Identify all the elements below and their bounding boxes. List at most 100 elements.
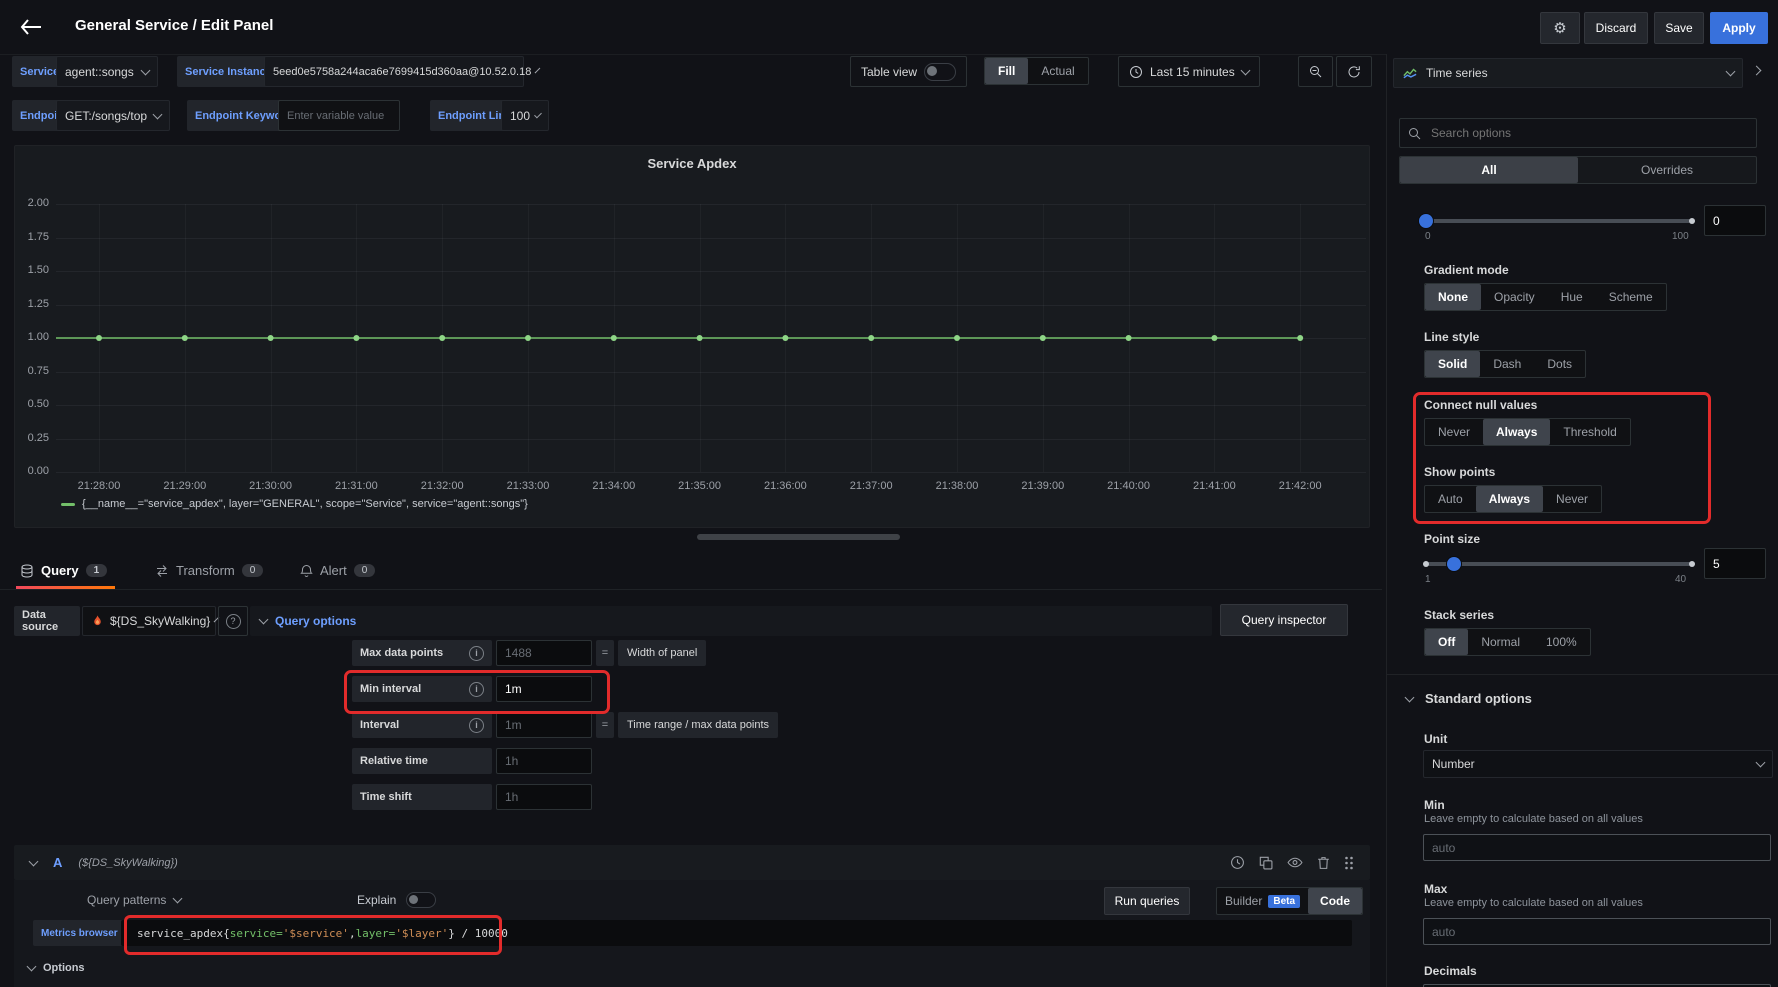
- show-points-option-always[interactable]: Always: [1476, 486, 1543, 512]
- fill-actual-switch: Fill Actual: [984, 57, 1089, 85]
- x-tick-label: 21:28:00: [59, 480, 139, 492]
- min-help-text: Leave empty to calculate based on all va…: [1424, 813, 1643, 825]
- min-interval-input[interactable]: [496, 676, 592, 702]
- connect-null-values-option-threshold[interactable]: Threshold: [1550, 419, 1629, 445]
- explain-label: Explain: [357, 893, 396, 907]
- run-queries-button[interactable]: Run queries: [1104, 887, 1190, 915]
- tab-all[interactable]: All: [1400, 157, 1578, 183]
- min-input[interactable]: [1423, 834, 1771, 861]
- time-range-picker[interactable]: Last 15 minutes: [1118, 56, 1260, 87]
- max-input[interactable]: [1423, 918, 1771, 945]
- standard-options-header[interactable]: Standard options: [1406, 691, 1532, 706]
- fill-opacity-slider[interactable]: [1423, 213, 1695, 229]
- interval-input[interactable]: [496, 712, 592, 738]
- service-instance-dropdown[interactable]: 5eed0e5758a244aca6e7699415d360aa@10.52.0…: [264, 56, 524, 87]
- legend: {__name__="service_apdex", layer="GENERA…: [61, 498, 528, 510]
- show-points-option-never[interactable]: Never: [1543, 486, 1601, 512]
- save-button[interactable]: Save: [1654, 12, 1704, 44]
- plot-area[interactable]: [56, 190, 1366, 472]
- point-size-label: Point size: [1424, 532, 1480, 546]
- gradient-mode-option-hue[interactable]: Hue: [1548, 284, 1596, 310]
- panel-settings-button[interactable]: ⚙: [1540, 12, 1580, 44]
- time-shift-input[interactable]: [496, 784, 592, 810]
- service-variable-dropdown[interactable]: agent::songs: [56, 56, 158, 87]
- x-tick-label: 21:37:00: [831, 480, 911, 492]
- x-tick-label: 21:33:00: [488, 480, 568, 492]
- tab-transform-label: Transform: [176, 563, 235, 578]
- show-points-label: Show points: [1424, 465, 1602, 479]
- stack-series-group: Stack seriesOffNormal100%: [1424, 608, 1591, 656]
- datasource-value-wrap: ${DS_SkyWalking}: [91, 614, 210, 628]
- table-view-toggle[interactable]: [924, 63, 956, 81]
- refresh-button[interactable]: [1336, 56, 1372, 87]
- panel-resize-handle[interactable]: [697, 534, 900, 540]
- fill-option[interactable]: Fill: [985, 58, 1028, 84]
- query-options-footer[interactable]: Options: [28, 957, 85, 979]
- code-option[interactable]: Code: [1308, 888, 1362, 914]
- back-button[interactable]: [14, 12, 48, 42]
- actual-option[interactable]: Actual: [1028, 58, 1087, 84]
- builder-option[interactable]: Builder Beta: [1217, 888, 1308, 914]
- datasource-label: Data source: [14, 606, 80, 636]
- drag-handle-icon[interactable]: [1344, 856, 1354, 870]
- apply-button[interactable]: Apply: [1710, 12, 1768, 44]
- datasource-help-button[interactable]: ?: [218, 606, 248, 636]
- query-options-header[interactable]: Query options: [250, 606, 1212, 636]
- toggle-visibility-icon[interactable]: [1287, 857, 1303, 868]
- point-size-slider[interactable]: [1423, 556, 1695, 572]
- explain-toggle[interactable]: [406, 892, 436, 908]
- unit-dropdown[interactable]: Number: [1423, 750, 1773, 778]
- gradient-mode-option-none[interactable]: None: [1425, 284, 1481, 310]
- slider-max-dot: [1689, 561, 1695, 567]
- line-style-option-solid[interactable]: Solid: [1425, 351, 1480, 377]
- tab-query[interactable]: Query 1: [20, 552, 107, 589]
- line-style-option-dash[interactable]: Dash: [1480, 351, 1534, 377]
- stack-series-option-off[interactable]: Off: [1425, 629, 1468, 655]
- gradient-mode-option-scheme[interactable]: Scheme: [1596, 284, 1666, 310]
- duplicate-query-icon[interactable]: [1259, 856, 1273, 870]
- query-row-header[interactable]: A (${DS_SkyWalking}): [14, 845, 1370, 880]
- time-shift-label: Time shift: [352, 784, 492, 810]
- time-range-label: Last 15 minutes: [1150, 65, 1235, 79]
- gradient-mode-option-opacity[interactable]: Opacity: [1481, 284, 1548, 310]
- show-points-option-auto[interactable]: Auto: [1425, 486, 1476, 512]
- connect-null-values-option-never[interactable]: Never: [1425, 419, 1483, 445]
- series-line: [56, 190, 1366, 472]
- service-instance-value: 5eed0e5758a244aca6e7699415d360aa@10.52.0…: [273, 66, 531, 78]
- endpoint-limit-dropdown[interactable]: 100: [501, 100, 549, 131]
- transform-icon: [155, 564, 169, 578]
- line-style-option-dots[interactable]: Dots: [1534, 351, 1585, 377]
- tab-transform[interactable]: Transform 0: [155, 552, 263, 589]
- discard-button[interactable]: Discard: [1584, 12, 1648, 44]
- max-data-points-input[interactable]: [496, 640, 592, 666]
- query-patterns-dropdown[interactable]: Query patterns: [87, 885, 181, 915]
- unit-label: Unit: [1424, 732, 1447, 746]
- endpoint-keyword-input[interactable]: [278, 100, 400, 131]
- relative-time-label: Relative time: [352, 748, 492, 774]
- query-expression-field[interactable]: service_apdex{service='$service', layer=…: [121, 920, 1352, 946]
- collapse-sidebar-icon[interactable]: [1752, 66, 1762, 76]
- tab-overrides[interactable]: Overrides: [1578, 157, 1756, 183]
- query-inspector-button[interactable]: Query inspector: [1220, 604, 1348, 636]
- point-size-value-input[interactable]: [1704, 548, 1766, 579]
- slider-handle[interactable]: [1419, 214, 1433, 228]
- stack-series-option-100-[interactable]: 100%: [1533, 629, 1590, 655]
- endpoint-dropdown[interactable]: GET:/songs/top: [56, 100, 170, 131]
- stack-series-option-normal[interactable]: Normal: [1468, 629, 1533, 655]
- fill-opacity-value-input[interactable]: [1704, 205, 1766, 236]
- time-zoom-out-button[interactable]: [1298, 56, 1333, 87]
- relative-time-input[interactable]: [496, 748, 592, 774]
- slider-handle[interactable]: [1447, 557, 1461, 571]
- interval-desc: Time range / max data points: [618, 712, 778, 738]
- delete-query-icon[interactable]: [1317, 856, 1330, 870]
- datasource-picker[interactable]: ${DS_SkyWalking}: [82, 606, 216, 636]
- tab-alert[interactable]: Alert 0: [300, 552, 375, 589]
- legend-series-label[interactable]: {__name__="service_apdex", layer="GENERA…: [82, 498, 528, 510]
- chevron-down-icon: [535, 67, 541, 73]
- connect-null-values-option-always[interactable]: Always: [1483, 419, 1550, 445]
- visualization-picker[interactable]: Time series: [1393, 58, 1743, 88]
- search-options-input[interactable]: [1429, 125, 1733, 141]
- tab-query-count: 1: [86, 564, 108, 577]
- chevron-down-icon: [1726, 67, 1736, 77]
- query-history-icon[interactable]: [1230, 855, 1245, 870]
